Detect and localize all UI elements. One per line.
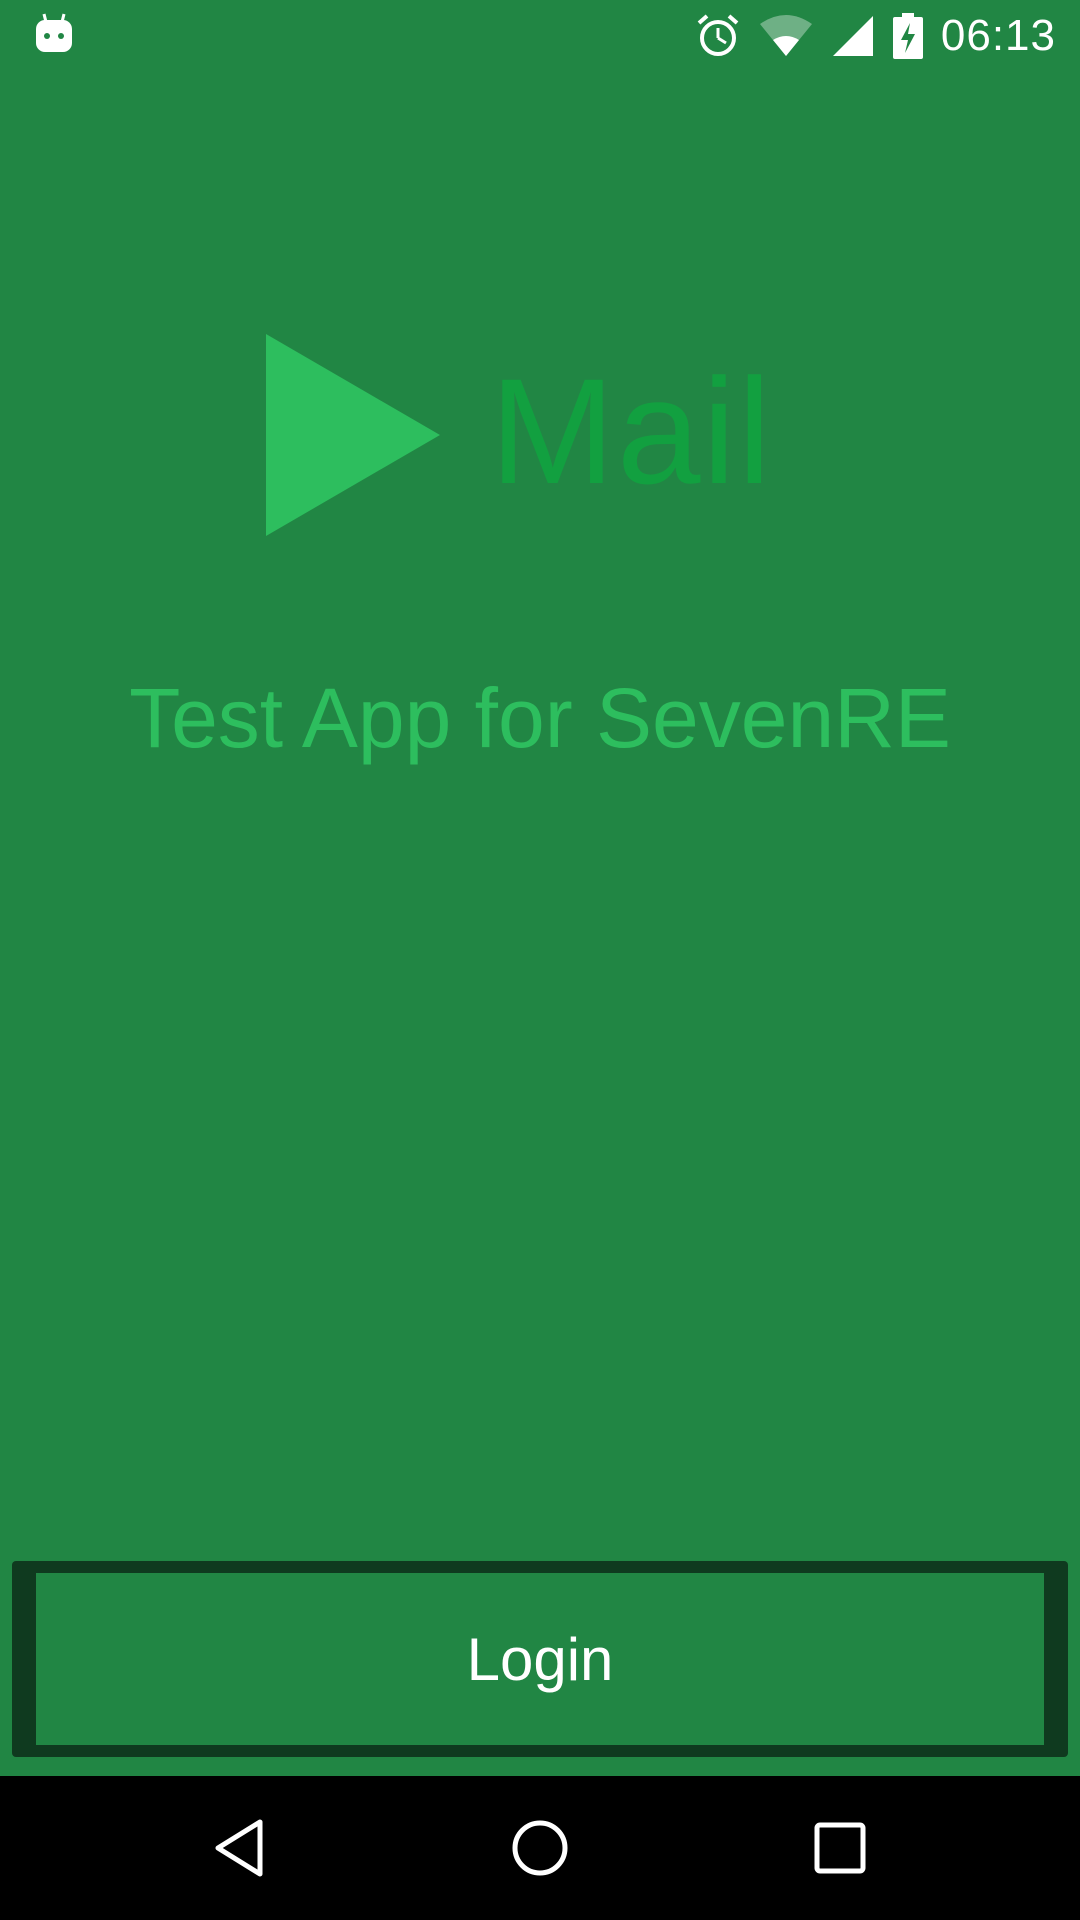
login-button-frame: Login bbox=[12, 1561, 1068, 1757]
back-icon bbox=[215, 1819, 263, 1877]
android-notification-icon bbox=[34, 12, 74, 54]
app-subtitle: Test App for SevenRE bbox=[129, 671, 951, 765]
recents-button[interactable] bbox=[760, 1776, 920, 1920]
back-button[interactable] bbox=[160, 1776, 320, 1920]
app-screen: 06:13 Mail Test App for SevenRE Login bbox=[0, 0, 1080, 1920]
status-icons: 06:13 bbox=[695, 0, 1056, 72]
app-logo: Mail bbox=[264, 334, 824, 536]
status-time: 06:13 bbox=[940, 11, 1056, 60]
status-bar: 06:13 bbox=[0, 0, 1080, 72]
cellular-signal-icon bbox=[832, 16, 873, 56]
battery-charging-icon bbox=[892, 13, 923, 59]
logo-text: Mail bbox=[490, 347, 774, 515]
navigation-bar bbox=[0, 1776, 1080, 1920]
login-button[interactable]: Login bbox=[36, 1573, 1044, 1745]
home-icon bbox=[512, 1820, 568, 1876]
recents-icon bbox=[814, 1822, 866, 1874]
play-triangle-icon bbox=[266, 334, 440, 536]
wifi-icon bbox=[759, 15, 812, 56]
alarm-icon bbox=[697, 14, 739, 56]
home-button[interactable] bbox=[460, 1776, 620, 1920]
